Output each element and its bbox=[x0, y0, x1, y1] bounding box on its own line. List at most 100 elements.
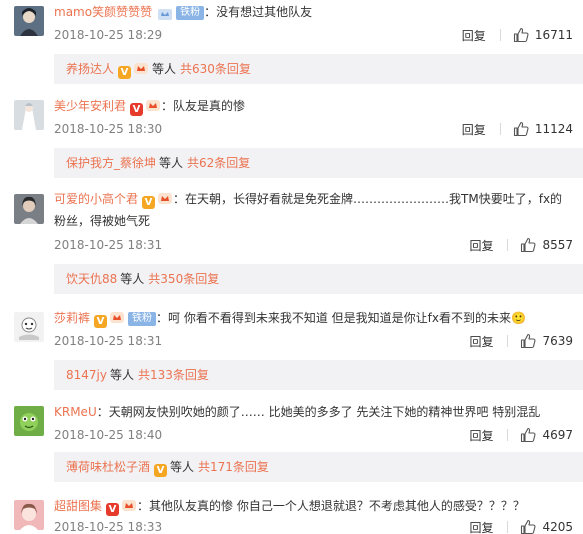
reply-total-link[interactable]: 共133条回复 bbox=[138, 368, 209, 382]
comment-actions: 回复 4697 bbox=[469, 426, 573, 444]
avatar[interactable] bbox=[14, 100, 44, 130]
comment-item: 超甜图集 V ：其他队友真的惨 你自己一个人想退就退？不考虑其他人的感受？？？？ 2… bbox=[0, 494, 583, 534]
comment-text: 队友是真的惨 bbox=[173, 99, 246, 113]
divider bbox=[507, 335, 509, 347]
reply-button[interactable]: 回复 bbox=[469, 237, 493, 254]
like-count: 7639 bbox=[542, 334, 573, 348]
thumbs-up-icon bbox=[521, 237, 536, 253]
like-button[interactable]: 11124 bbox=[513, 121, 573, 137]
reply-summary[interactable]: 养扬达人 V 等人 共630条回复 bbox=[54, 54, 583, 84]
avatar[interactable] bbox=[14, 312, 44, 342]
comment-line: KRMeU：天朝网友快别吹她的颜了…… 比她美的多多了 先关注下她的精神世界吧 … bbox=[54, 402, 573, 422]
separator: ： bbox=[137, 499, 150, 513]
avatar[interactable] bbox=[14, 406, 44, 436]
reply-total-link[interactable]: 共630条回复 bbox=[180, 62, 251, 76]
reply-total-link[interactable]: 共171条回复 bbox=[198, 460, 269, 474]
reply-etc: 等人 bbox=[109, 368, 134, 382]
separator: ： bbox=[156, 311, 169, 325]
username-link[interactable]: 超甜图集 bbox=[54, 499, 102, 513]
comment-text: 没有想过其他队友 bbox=[216, 5, 313, 19]
comment-actions: 回复 7639 bbox=[469, 332, 573, 350]
verified-v-icon: V bbox=[130, 103, 144, 116]
separator: ： bbox=[96, 405, 109, 419]
reply-etc: 等人 bbox=[159, 156, 184, 170]
like-count: 4205 bbox=[542, 520, 573, 534]
comment-line: 超甜图集 V ：其他队友真的惨 你自己一个人想退就退？不考虑其他人的感受？？？？ bbox=[54, 496, 573, 516]
reply-summary[interactable]: 8147jy 等人 共133条回复 bbox=[54, 360, 583, 390]
fan-badge: 铁粉 bbox=[128, 312, 157, 326]
divider bbox=[507, 429, 509, 441]
verified-v-icon: V bbox=[94, 315, 108, 328]
thumbs-up-icon bbox=[521, 333, 536, 349]
comment-item: KRMeU：天朝网友快别吹她的颜了…… 比她美的多多了 先关注下她的精神世界吧 … bbox=[0, 400, 583, 488]
divider bbox=[499, 29, 501, 41]
reply-username[interactable]: 养扬达人 bbox=[66, 62, 114, 76]
reply-button[interactable]: 回复 bbox=[469, 427, 493, 444]
vip-crown-icon bbox=[122, 500, 137, 511]
verified-v-icon: V bbox=[118, 66, 132, 79]
separator: ： bbox=[173, 192, 186, 206]
verified-v-icon: V bbox=[142, 196, 156, 209]
comment-text: 天朝网友快别吹她的颜了…… 比她美的多多了 先关注下她的精神世界吧 特别混乱 bbox=[108, 405, 541, 419]
reply-summary[interactable]: 保护我方_蔡徐坤 等人 共62条回复 bbox=[54, 148, 583, 178]
verified-v-icon: V bbox=[154, 464, 168, 477]
like-count: 8557 bbox=[542, 238, 573, 252]
avatar[interactable] bbox=[14, 500, 44, 530]
username-link[interactable]: mamo笑颜赞赞赞 bbox=[54, 5, 152, 19]
avatar[interactable] bbox=[14, 6, 44, 36]
reply-username[interactable]: 薄荷味杜松子酒 bbox=[66, 460, 150, 474]
reply-button[interactable]: 回复 bbox=[462, 121, 486, 138]
comment-actions: 回复 8557 bbox=[469, 236, 573, 254]
like-button[interactable]: 8557 bbox=[520, 237, 573, 253]
comment-item: 莎莉裤 V 铁粉 ：呵 你看不看得到未来我不知道 但是我知道是你让fx看不到的未来🙂 … bbox=[0, 306, 583, 394]
timestamp: 2018-10-25 18:31 bbox=[54, 334, 163, 348]
separator: ： bbox=[204, 5, 217, 19]
verified-v-icon: V bbox=[106, 503, 120, 516]
reply-username[interactable]: 8147jy bbox=[66, 368, 107, 382]
comment-line: 莎莉裤 V 铁粉 ：呵 你看不看得到未来我不知道 但是我知道是你让fx看不到的未来🙂 bbox=[54, 308, 573, 328]
divider bbox=[499, 123, 501, 135]
username-link[interactable]: KRMeU bbox=[54, 405, 97, 419]
username-link[interactable]: 莎莉裤 bbox=[54, 311, 90, 325]
comment-line: mamo笑颜赞赞赞 铁粉 ：没有想过其他队友 bbox=[54, 2, 573, 22]
like-button[interactable]: 4697 bbox=[520, 427, 573, 443]
reply-etc: 等人 bbox=[152, 62, 177, 76]
thumbs-up-icon bbox=[513, 121, 529, 137]
vip-crown-icon bbox=[158, 193, 173, 204]
comment-item: 可爱的小高个君 V ：在天朝，长得好看就是免死金牌……………………我TM快要吐了，f… bbox=[0, 188, 583, 298]
like-button[interactable]: 4205 bbox=[520, 519, 573, 534]
comment-line: 美少年安利君 V ：队友是真的惨 bbox=[54, 96, 573, 116]
reply-button[interactable]: 回复 bbox=[462, 27, 486, 44]
reply-summary[interactable]: 饮天仇88 等人 共350条回复 bbox=[54, 264, 583, 294]
reply-username[interactable]: 饮天仇88 bbox=[66, 272, 117, 286]
reply-total-link[interactable]: 共350条回复 bbox=[148, 272, 219, 286]
vip-crown-icon bbox=[110, 312, 125, 323]
vip-crown-icon bbox=[146, 100, 161, 111]
like-button[interactable]: 16711 bbox=[513, 27, 573, 43]
like-count: 4697 bbox=[542, 428, 573, 442]
reply-button[interactable]: 回复 bbox=[469, 333, 493, 350]
comment-actions: 回复 16711 bbox=[462, 26, 573, 44]
username-link[interactable]: 美少年安利君 bbox=[54, 99, 126, 113]
smile-emoji-icon: 🙂 bbox=[511, 311, 526, 325]
avatar[interactable] bbox=[14, 194, 44, 224]
like-count: 16711 bbox=[534, 28, 573, 42]
like-count: 11124 bbox=[534, 122, 573, 136]
comment-text: 其他队友真的惨 你自己一个人想退就退？不考虑其他人的感受？？？？ bbox=[149, 499, 525, 513]
separator: ： bbox=[161, 99, 174, 113]
comment-line: 可爱的小高个君 V ：在天朝，长得好看就是免死金牌……………………我TM快要吐了，f… bbox=[54, 188, 573, 232]
like-button[interactable]: 7639 bbox=[520, 333, 573, 349]
comment-text: 呵 你看不看得到未来我不知道 但是我知道是你让fx看不到的未来 bbox=[168, 311, 511, 325]
reply-total-link[interactable]: 共62条回复 bbox=[187, 156, 250, 170]
timestamp: 2018-10-25 18:33 bbox=[54, 520, 163, 534]
reply-etc: 等人 bbox=[170, 460, 195, 474]
username-link[interactable]: 可爱的小高个君 bbox=[54, 192, 138, 206]
reply-username[interactable]: 保护我方_蔡徐坤 bbox=[66, 156, 156, 170]
comment-item: mamo笑颜赞赞赞 铁粉 ：没有想过其他队友 2018-10-25 18:29 回复… bbox=[0, 0, 583, 88]
comment-item: 美少年安利君 V ：队友是真的惨 2018-10-25 18:30 回复 11124… bbox=[0, 94, 583, 182]
divider bbox=[507, 239, 509, 251]
reply-button[interactable]: 回复 bbox=[469, 519, 493, 534]
reply-summary[interactable]: 薄荷味杜松子酒 V 等人 共171条回复 bbox=[54, 452, 583, 482]
timestamp: 2018-10-25 18:30 bbox=[54, 122, 163, 136]
thumbs-up-icon bbox=[513, 27, 529, 43]
